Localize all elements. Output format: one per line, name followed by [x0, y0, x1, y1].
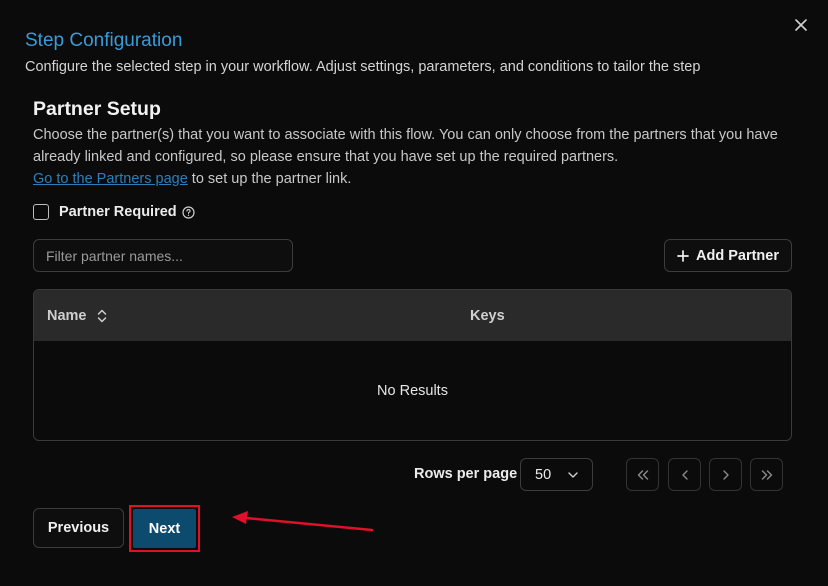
close-button[interactable]	[790, 14, 812, 36]
dialog-subtitle: Configure the selected step in your work…	[25, 59, 701, 75]
help-circle-icon[interactable]	[182, 205, 195, 219]
next-button[interactable]: Next	[133, 509, 196, 548]
link-suffix-text: to set up the partner link.	[187, 171, 352, 187]
partners-page-link[interactable]: Go to the Partners page	[33, 171, 188, 187]
chevrons-left-icon	[637, 469, 648, 480]
last-page-button[interactable]	[750, 458, 783, 491]
add-partner-label: Add Partner	[696, 247, 779, 264]
partners-table: Name Keys No Results	[33, 289, 792, 441]
close-icon	[795, 19, 807, 31]
filter-partner-input[interactable]	[33, 239, 293, 272]
description-text: Choose the partner(s) that you want to a…	[33, 127, 778, 165]
column-header-keys: Keys	[470, 307, 505, 324]
partner-required-label: Partner Required	[59, 204, 177, 220]
previous-button[interactable]: Previous	[33, 508, 124, 548]
chevron-left-icon	[681, 469, 688, 480]
first-page-button[interactable]	[626, 458, 659, 491]
rows-per-page-select[interactable]: 50	[520, 458, 593, 491]
section-description: Choose the partner(s) that you want to a…	[33, 124, 803, 190]
column-header-name[interactable]: Name	[47, 308, 107, 324]
plus-icon	[677, 249, 689, 262]
dialog-title: Step Configuration	[25, 30, 183, 51]
partner-required-row: Partner Required	[33, 204, 195, 220]
sort-icon	[97, 309, 106, 322]
rows-per-page-label: Rows per page	[414, 466, 518, 482]
column-name-label: Name	[47, 307, 87, 324]
chevron-down-icon	[568, 471, 578, 478]
table-body: No Results	[34, 341, 791, 440]
empty-state-text: No Results	[377, 383, 448, 399]
previous-page-button[interactable]	[668, 458, 701, 491]
partner-required-checkbox[interactable]	[33, 204, 49, 220]
chevrons-right-icon	[761, 469, 772, 480]
add-partner-button[interactable]: Add Partner	[664, 239, 792, 272]
table-header: Name Keys	[34, 290, 791, 341]
rows-per-page-value: 50	[535, 466, 552, 483]
section-title: Partner Setup	[33, 98, 161, 120]
chevron-right-icon	[722, 469, 729, 480]
next-page-button[interactable]	[709, 458, 742, 491]
